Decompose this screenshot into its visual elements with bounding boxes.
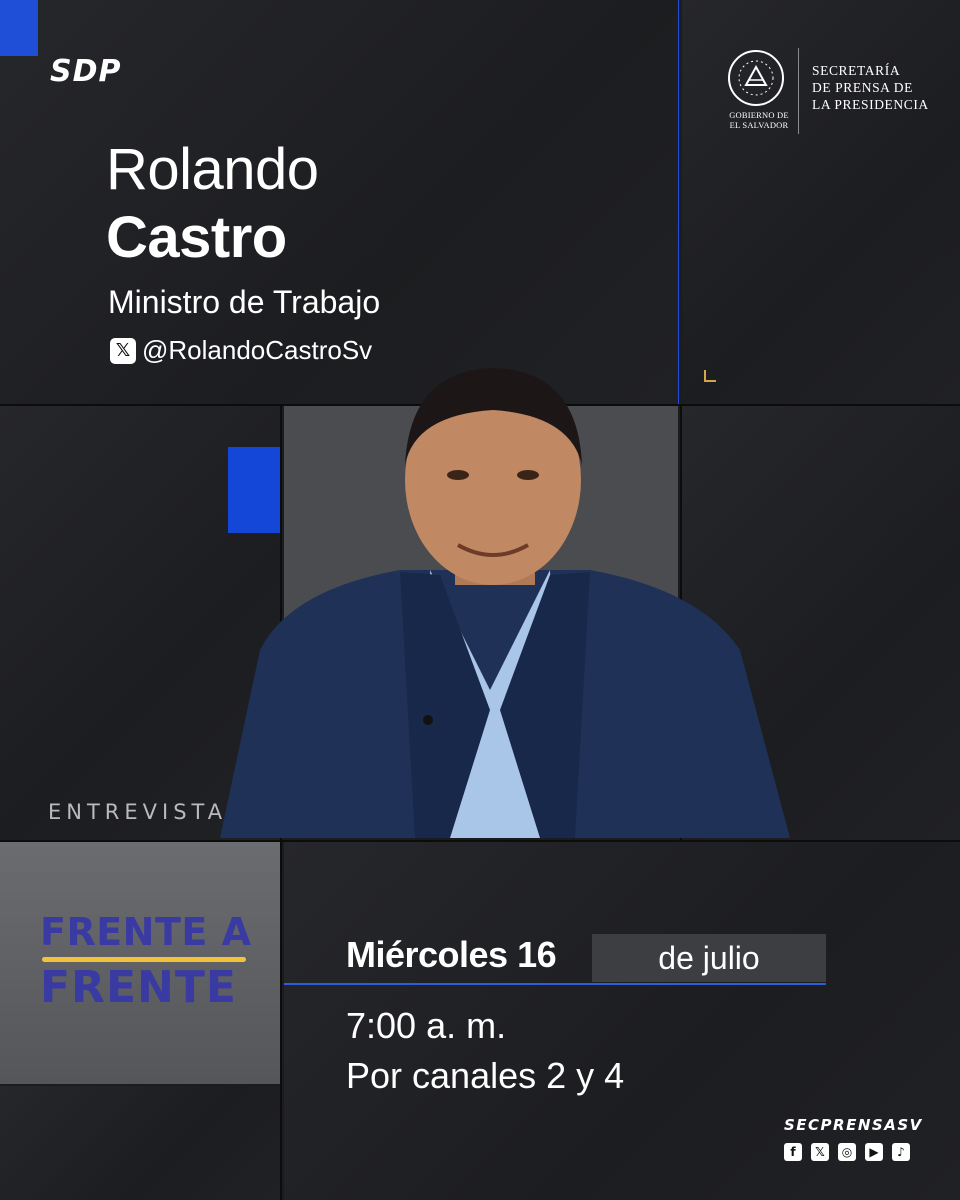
blue-accent-corner	[0, 0, 38, 56]
tiktok-icon[interactable]: ♪	[892, 1143, 910, 1161]
gov-small-line: EL SALVADOR	[729, 120, 789, 130]
guest-first-name: Rolando	[106, 137, 319, 202]
schedule-underline	[284, 983, 826, 985]
schedule-channels: Por canales 2 y 4	[346, 1055, 625, 1096]
program-name-line2: FRENTE	[40, 962, 237, 1013]
social-handle: SECPRENSASV	[784, 1116, 923, 1134]
seal-icon	[728, 50, 784, 106]
guest-last-name: Castro	[106, 205, 287, 270]
schedule-time: 7:00 a. m.	[346, 1005, 507, 1046]
segment-label: ENTREVISTA	[48, 800, 228, 824]
schedule-month-box: de julio	[592, 934, 826, 982]
gov-title-line: DE PRENSA DE	[812, 80, 913, 95]
social-icons: f 𝕏 ◎ ▶ ♪	[784, 1143, 910, 1161]
gov-small-text: GOBIERNO DE EL SALVADOR	[724, 110, 794, 130]
gov-separator	[798, 48, 799, 134]
sdp-logo: SDP	[50, 54, 122, 89]
guest-role: Ministro de Trabajo	[108, 284, 381, 320]
facebook-icon[interactable]: f	[784, 1143, 802, 1161]
instagram-icon[interactable]: ◎	[838, 1143, 856, 1161]
schedule-month: de julio	[658, 939, 760, 976]
government-logo: GOBIERNO DE EL SALVADOR SECRETARÍA DE PR…	[722, 48, 932, 138]
panel-bottom-left	[0, 1086, 280, 1200]
gov-title: SECRETARÍA DE PRENSA DE LA PRESIDENCIA	[812, 62, 929, 113]
x-icon[interactable]: 𝕏	[811, 1143, 829, 1161]
youtube-icon[interactable]: ▶	[865, 1143, 883, 1161]
program-name-line1: FRENTE A	[40, 910, 252, 954]
schedule-day: Miércoles 16	[346, 934, 557, 975]
x-logo-icon: 𝕏	[110, 337, 136, 364]
divider	[678, 0, 679, 404]
gov-title-line: LA PRESIDENCIA	[812, 97, 929, 112]
guest-photo	[220, 368, 790, 838]
gov-small-line: GOBIERNO DE	[729, 110, 789, 120]
gov-title-line: SECRETARÍA	[812, 63, 901, 78]
